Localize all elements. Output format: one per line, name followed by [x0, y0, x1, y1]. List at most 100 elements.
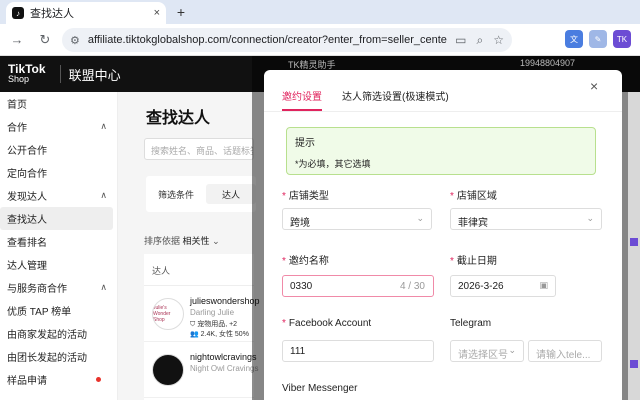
deadline-value: 2026-3-26 [458, 281, 504, 292]
sort-label: 排序依据 [144, 236, 181, 246]
notice-text: *为必填，其它选填 [295, 159, 371, 169]
creator-nickname: Night Owl Cravings [190, 364, 259, 373]
chevron-down-icon: ⌄ [416, 213, 424, 223]
creator-audience-text: 2.4K, 女性 50% [200, 331, 249, 338]
cast-icon[interactable]: ▭ [455, 33, 466, 48]
extension-header-phone: 19948804907 [520, 58, 576, 68]
notification-dot [96, 377, 101, 382]
list-item[interactable]: Julie's Wonder Shop julieswondershop Dar… [144, 286, 260, 342]
browser-toolbar: → ↻ ⚙ affiliate.tiktokglobalshop.com/con… [0, 24, 640, 56]
sort-value[interactable]: 相关性 [183, 236, 210, 246]
shop-type-select[interactable]: 跨境 ⌄ [282, 208, 432, 230]
invite-name-input[interactable]: 0330 4 / 30 [282, 275, 434, 297]
sidebar-item-rankings[interactable]: 查看排名 [0, 230, 117, 253]
search-icon[interactable]: ⌕ [477, 33, 484, 48]
sidebar-item-leader-campaigns[interactable]: 由团长发起的活动 [0, 345, 117, 368]
deadline-date-picker[interactable]: 2026-3-26 ▣ [450, 275, 556, 297]
telegram-area-placeholder: 请选择区号 [458, 350, 508, 361]
list-header: 达人 [144, 254, 254, 286]
logo-text-line1: TikTok [8, 62, 46, 76]
forward-icon[interactable]: → [6, 29, 28, 51]
sidebar-item-label: 发现达人 [7, 192, 47, 203]
creator-name[interactable]: nightowlcravings [190, 352, 257, 362]
sidebar-group-discover-creators[interactable]: 发现达人 ∧ [0, 184, 117, 207]
site-settings-icon[interactable]: ⚙ [70, 34, 80, 47]
telegram-label: Telegram [450, 318, 492, 329]
reload-icon[interactable]: ↻ [34, 29, 56, 51]
tk-extension-icon[interactable]: TK [613, 30, 631, 48]
close-icon[interactable]: × [590, 78, 598, 94]
extension-icon[interactable]: ✎ [589, 30, 607, 48]
page-scroll-strip [628, 92, 640, 400]
creator-category: ⛉ 宠物用品, +2 [190, 319, 237, 329]
sidebar-group-cooperation[interactable]: 合作 ∧ [0, 115, 117, 138]
tiktok-shop-logo[interactable]: TikTok Shop [8, 62, 46, 84]
facebook-label-text: Facebook Account [288, 318, 372, 329]
sidebar-item-seller-campaigns[interactable]: 由商家发起的活动 [0, 322, 117, 345]
notice-title: 提示 [295, 138, 315, 149]
address-url[interactable]: affiliate.tiktokglobalshop.com/connectio… [88, 34, 447, 46]
page-title: 查找达人 [146, 110, 211, 127]
filter-chip-creator[interactable]: 达人 [206, 184, 256, 204]
tab-invite-settings[interactable]: 邀约设置 [282, 88, 322, 111]
shop-region-label-text: 店铺区域 [456, 191, 497, 202]
telegram-input[interactable]: 请输入tele... [528, 340, 602, 362]
sidebar-item-tap-list[interactable]: 优质 TAP 榜单 [0, 299, 117, 322]
bookmark-star-icon[interactable]: ☆ [493, 33, 504, 48]
sidebar-item-find-creators[interactable]: 查找达人 [0, 207, 113, 230]
side-marker [630, 360, 638, 368]
sidebar-item-home[interactable]: 首页 [0, 92, 117, 115]
facebook-account-input[interactable]: 111 [282, 340, 434, 362]
sidebar-item-label: 合作 [7, 123, 27, 134]
close-tab-icon[interactable]: × [154, 7, 160, 19]
browser-tab-title: 查找达人 [30, 8, 74, 20]
sidebar-item-targeted-cooperation[interactable]: 定向合作 [0, 161, 117, 184]
sidebar-item-sample-requests[interactable]: 样品申请 [0, 368, 117, 391]
sidebar-item-label: 查找达人 [7, 215, 47, 226]
list-item[interactable]: nightowlcravings Night Owl Cravings [144, 342, 258, 398]
sidebar-item-label: 查看排名 [7, 238, 47, 249]
creator-category-text: 宠物用品, +2 [197, 321, 238, 328]
creator-search-input[interactable]: 搜索姓名、商品、话题标签 [144, 138, 254, 160]
sidebar-group-partners[interactable]: 与服务商合作 ∧ [0, 276, 117, 299]
new-tab-button[interactable]: + [172, 3, 190, 21]
sidebar-item-label: 由团长发起的活动 [7, 353, 87, 364]
sort-control[interactable]: 排序依据 相关性 ⌄ [144, 234, 220, 247]
chevron-down-icon: ⌄ [212, 236, 220, 246]
creator-list: 达人 Julie's Wonder Shop julieswondershop … [144, 254, 260, 400]
char-counter: 4 / 30 [399, 281, 425, 292]
sidebar-item-label: 首页 [7, 100, 27, 111]
deadline-label-text: 截止日期 [456, 256, 497, 267]
shop-type-label: * 店铺类型 [282, 191, 329, 202]
sidebar-item-label: 优质 TAP 榜单 [7, 307, 72, 318]
translate-extension-icon[interactable]: 文 [565, 30, 583, 48]
modal-tabs: 邀约设置 达人筛选设置(极速模式) [282, 88, 449, 111]
invite-settings-modal: × 邀约设置 达人筛选设置(极速模式) 提示 *为必填，其它选填 * 店铺类型 跨… [264, 70, 622, 400]
invite-name-label: * 邀约名称 [282, 256, 329, 267]
chevron-down-icon: ⌄ [508, 345, 516, 355]
shop-region-label: * 店铺区域 [450, 191, 497, 202]
sidebar-item-label: 由商家发起的活动 [7, 330, 87, 341]
sidebar-item-creator-management[interactable]: 达人管理 [0, 253, 117, 276]
deadline-label: * 截止日期 [450, 256, 497, 267]
sidebar: 首页 合作 ∧ 公开合作 定向合作 发现达人 ∧ 查找达人 查看排名 达人管理 与服… [0, 92, 118, 400]
tabs-divider [264, 111, 622, 112]
header-divider [59, 65, 61, 83]
filter-panel: 筛选条件 达人 [146, 176, 256, 212]
shop-region-value: 菲律宾 [458, 218, 488, 229]
telegram-area-code-select[interactable]: 请选择区号 ⌄ [450, 340, 524, 362]
avatar: Julie's Wonder Shop [152, 298, 184, 330]
tab-creator-filter-settings[interactable]: 达人筛选设置(极速模式) [342, 88, 449, 111]
chevron-up-icon: ∧ [100, 121, 107, 131]
creator-name[interactable]: julieswondershop [190, 296, 260, 306]
notice-box: 提示 *为必填，其它选填 [286, 127, 596, 175]
invite-name-label-text: 邀约名称 [288, 256, 329, 267]
chevron-up-icon: ∧ [100, 190, 107, 200]
shop-type-value: 跨境 [290, 218, 310, 229]
sidebar-item-public-cooperation[interactable]: 公开合作 [0, 138, 117, 161]
browser-tab[interactable]: ♪ 查找达人 × [6, 2, 166, 24]
shop-region-select[interactable]: 菲律宾 ⌄ [450, 208, 602, 230]
app-title: 联盟中心 [68, 67, 121, 83]
address-bar[interactable]: ⚙ affiliate.tiktokglobalshop.com/connect… [62, 28, 512, 52]
sidebar-item-label: 公开合作 [7, 146, 47, 157]
